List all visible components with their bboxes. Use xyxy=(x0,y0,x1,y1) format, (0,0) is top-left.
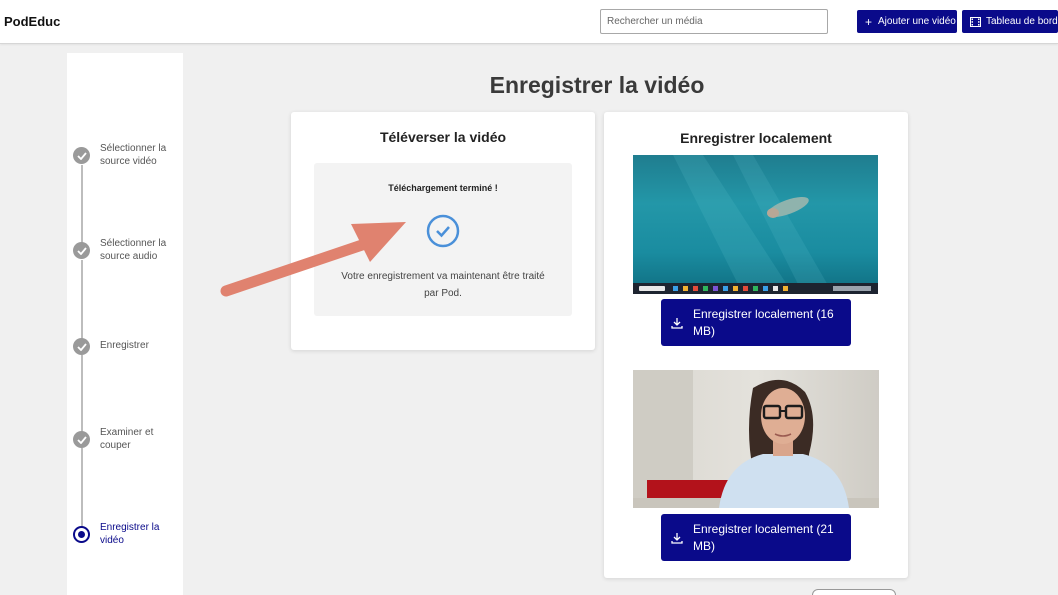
plus-icon: + xyxy=(865,14,873,29)
download-screen-button[interactable]: Enregistrer localement (16 MB) xyxy=(661,299,851,346)
upload-status-text: Téléchargement terminé ! xyxy=(388,183,498,193)
step-review-cut[interactable]: Examiner et couper xyxy=(73,427,180,452)
bottom-nav-button[interactable] xyxy=(812,589,896,595)
download-label: Enregistrer localement (21 MB) xyxy=(693,521,834,553)
dashboard-button[interactable]: Tableau de bord xyxy=(962,10,1058,33)
step-label: Examiner et couper xyxy=(100,427,154,451)
active-step-icon xyxy=(73,526,90,543)
page-title: Enregistrer la vidéo xyxy=(489,72,705,98)
upload-status-box: Téléchargement terminé ! Votre enregistr… xyxy=(314,163,572,316)
local-card-title: Enregistrer localement xyxy=(680,130,832,146)
step-audio-source[interactable]: Sélectionner la source audio xyxy=(73,238,180,263)
check-icon xyxy=(73,431,90,448)
step-record[interactable]: Enregistrer xyxy=(73,338,180,355)
add-video-button[interactable]: + Ajouter une vidéo xyxy=(857,10,957,33)
step-connector xyxy=(81,448,83,530)
download-label: Enregistrer localement (16 MB) xyxy=(693,306,834,338)
check-circle-icon xyxy=(426,214,460,248)
step-label: Enregistrer la vidéo xyxy=(100,522,160,546)
download-icon xyxy=(671,532,683,544)
upload-card-title: Téléverser la vidéo xyxy=(379,129,507,145)
step-label: Sélectionner la source audio xyxy=(100,238,167,262)
camera-recording-thumbnail xyxy=(633,370,879,508)
check-icon xyxy=(73,242,90,259)
download-icon xyxy=(671,317,683,329)
check-icon xyxy=(73,338,90,355)
step-save-video[interactable]: Enregistrer la vidéo xyxy=(73,522,180,547)
step-label: Enregistrer xyxy=(100,340,149,352)
top-bar: PodEduc + Ajouter une vidéo Tableau de b… xyxy=(0,0,1058,44)
step-video-source[interactable]: Sélectionner la source vidéo xyxy=(73,143,180,168)
film-icon xyxy=(970,16,981,27)
stepper: Sélectionner la source vidéo Sélectionne… xyxy=(67,53,183,595)
dashboard-label: Tableau de bord xyxy=(986,16,1058,27)
step-label: Sélectionner la source vidéo xyxy=(100,143,167,167)
search-input[interactable] xyxy=(600,9,828,34)
upload-card: Téléverser la vidéo Téléchargement termi… xyxy=(291,112,595,350)
screen-recording-thumbnail xyxy=(633,155,878,294)
brand-logo[interactable]: PodEduc xyxy=(4,14,60,29)
local-save-card: Enregistrer localement Enregistrer local… xyxy=(604,112,908,578)
upload-message: Votre enregistrement va maintenant être … xyxy=(341,271,545,299)
download-camera-button[interactable]: Enregistrer localement (21 MB) xyxy=(661,514,851,561)
add-video-label: Ajouter une vidéo xyxy=(878,16,956,27)
check-icon xyxy=(73,147,90,164)
step-connector xyxy=(81,260,83,345)
